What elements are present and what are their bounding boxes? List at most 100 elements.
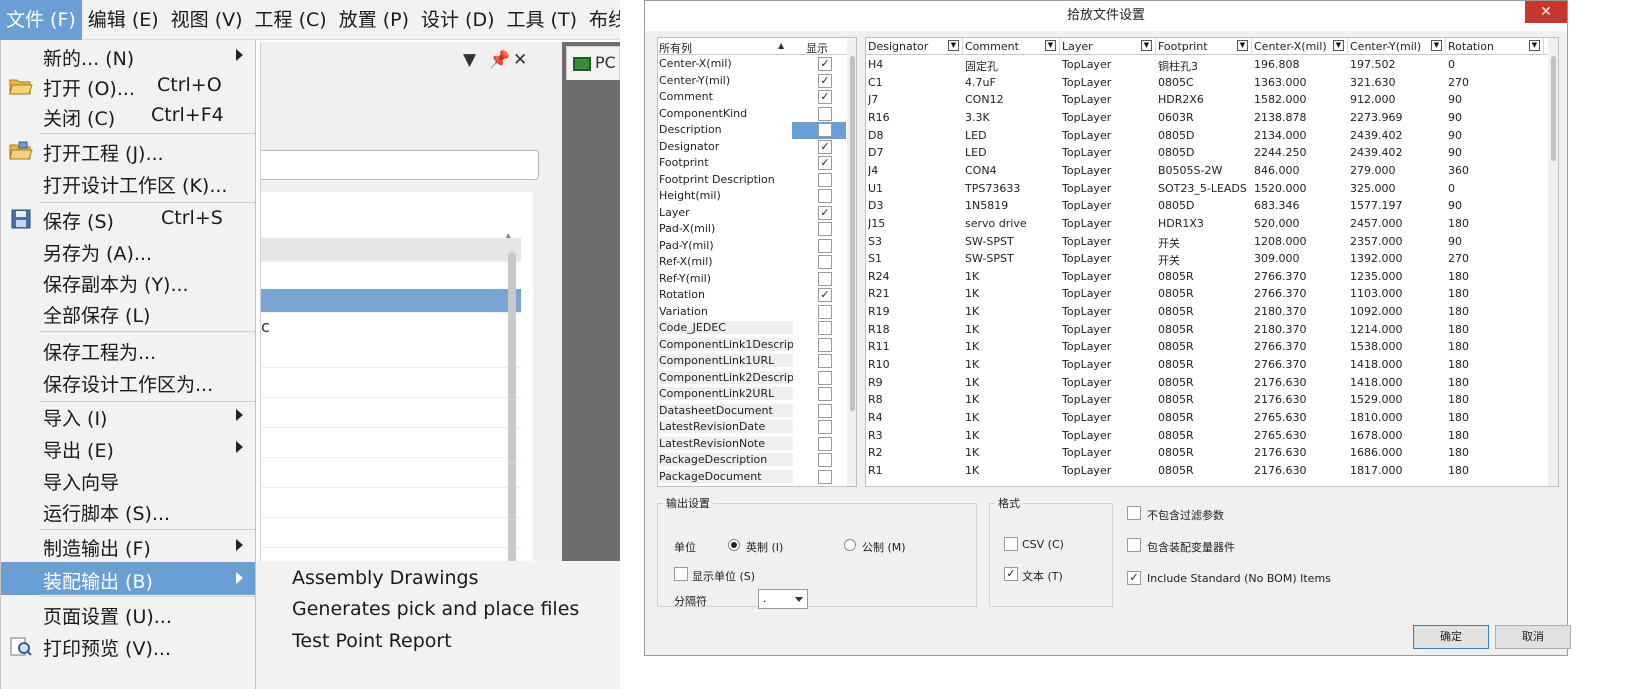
table-row[interactable]: R4 1K TopLayer 0805R 2765.630 1810.000 180 bbox=[866, 410, 1546, 428]
column-row[interactable]: PackageDocument bbox=[658, 469, 846, 486]
column-header[interactable]: Center-Y(mil) ▼ bbox=[1348, 38, 1446, 55]
menu-item-save-project-as[interactable]: 保存工程为... bbox=[1, 334, 255, 366]
submenu-item-pick-and-place[interactable]: Generates pick and place files bbox=[292, 598, 579, 620]
list-item[interactable] bbox=[261, 344, 521, 368]
show-column-checkbox[interactable]: ✓ bbox=[818, 288, 832, 302]
menu-project[interactable]: 工程 (C) bbox=[249, 0, 333, 40]
column-row[interactable]: Footprint ✓ bbox=[658, 155, 846, 172]
menu-item-open-workspace[interactable]: 打开设计工作区 (K)... bbox=[1, 167, 255, 199]
table-row[interactable]: R1 1K TopLayer 0805R 2176.630 1817.000 180 bbox=[866, 463, 1546, 481]
exclude-filter-label[interactable]: 不包含过滤参数 bbox=[1147, 507, 1224, 523]
columns-scrollbar[interactable] bbox=[847, 38, 856, 486]
column-row[interactable]: ComponentLink1Descriptio bbox=[658, 337, 846, 354]
text-checkbox[interactable]: ✓ bbox=[1004, 567, 1018, 581]
table-row[interactable]: S3 SW-SPST TopLayer 开关 1208.000 2357.000 90 bbox=[866, 234, 1546, 252]
show-column-checkbox[interactable] bbox=[818, 321, 832, 335]
column-header[interactable]: Layer ▼ bbox=[1060, 38, 1156, 55]
column-row[interactable]: Footprint Description bbox=[658, 172, 846, 189]
table-row[interactable]: R21 1K TopLayer 0805R 2766.370 1103.000 180 bbox=[866, 286, 1546, 304]
menu-item-export[interactable]: 导出 (E) bbox=[1, 432, 255, 464]
menu-route[interactable]: 布线 bbox=[583, 0, 620, 40]
show-column-checkbox[interactable] bbox=[818, 106, 832, 121]
column-row[interactable]: PackageDescription bbox=[658, 452, 846, 469]
table-row[interactable]: R2 1K TopLayer 0805R 2176.630 1686.000 180 bbox=[866, 445, 1546, 463]
menu-item-assembly-outputs[interactable]: 装配输出 (B) bbox=[1, 562, 255, 595]
imperial-radio[interactable] bbox=[728, 539, 740, 551]
table-row[interactable]: R24 1K TopLayer 0805R 2766.370 1235.000 180 bbox=[866, 269, 1546, 287]
show-column-checkbox[interactable] bbox=[818, 172, 832, 187]
menu-item-import-wizard[interactable]: 导入向导 bbox=[1, 464, 255, 496]
menu-item-run-script[interactable]: 运行脚本 (S)... bbox=[1, 495, 255, 527]
column-row[interactable]: Rotation ✓ bbox=[658, 287, 846, 304]
column-header[interactable]: Center-X(mil) ▼ bbox=[1252, 38, 1348, 55]
menu-item-save-copy-as[interactable]: 保存副本为 (Y)... bbox=[1, 266, 255, 298]
submenu-item-test-point-report[interactable]: Test Point Report bbox=[292, 630, 452, 652]
ok-button[interactable]: 确定 bbox=[1413, 625, 1489, 649]
column-row[interactable]: Description bbox=[658, 122, 846, 139]
column-row[interactable]: Pad-Y(mil) bbox=[658, 238, 846, 255]
column-row[interactable]: Code_JEDEC bbox=[658, 320, 846, 337]
list-item[interactable] bbox=[261, 374, 521, 398]
close-icon[interactable]: ✕ bbox=[1525, 1, 1567, 23]
table-row[interactable]: H4 固定孔 TopLayer 铜柱孔3 196.808 197.502 0 bbox=[866, 57, 1546, 75]
exclude-filter-checkbox[interactable] bbox=[1127, 506, 1141, 520]
table-row[interactable]: R16 3.3K TopLayer 0603R 2138.878 2273.969 90 bbox=[866, 110, 1546, 128]
csv-checkbox[interactable] bbox=[1004, 537, 1018, 551]
table-row[interactable]: R3 1K TopLayer 0805R 2765.630 1678.000 180 bbox=[866, 428, 1546, 446]
column-header[interactable]: Designator ▼ bbox=[866, 38, 963, 55]
list-item[interactable] bbox=[261, 464, 521, 488]
csv-label[interactable]: CSV (C) bbox=[1022, 538, 1064, 551]
menu-view[interactable]: 视图 (V) bbox=[165, 0, 249, 40]
column-row[interactable]: Layer ✓ bbox=[658, 205, 846, 222]
table-row[interactable]: J4 CON4 TopLayer B0505S-2W 846.000 279.000 360 bbox=[866, 163, 1546, 181]
column-row[interactable]: Variation bbox=[658, 304, 846, 321]
show-column-checkbox[interactable] bbox=[818, 469, 832, 484]
imperial-label[interactable]: 英制 (I) bbox=[746, 539, 783, 555]
menu-file[interactable]: 文件 (F) bbox=[0, 0, 82, 40]
menu-edit[interactable]: 编辑 (E) bbox=[82, 0, 165, 40]
show-column-checkbox[interactable] bbox=[818, 370, 832, 385]
show-units-label[interactable]: 显示单位 (S) bbox=[692, 568, 755, 584]
include-variants-label[interactable]: 包含装配变量器件 bbox=[1147, 539, 1235, 555]
menu-item-new[interactable]: 新的... (N) bbox=[1, 40, 255, 72]
show-column-checkbox[interactable] bbox=[818, 271, 832, 286]
column-row[interactable]: ComponentLink2URL bbox=[658, 386, 846, 403]
menu-place[interactable]: 放置 (P) bbox=[333, 0, 415, 40]
table-row[interactable]: R10 1K TopLayer 0805R 2766.370 1418.000 180 bbox=[866, 357, 1546, 375]
column-header[interactable]: Rotation ▼ bbox=[1446, 38, 1544, 55]
table-row[interactable]: J15 servo drive TopLayer HDR1X3 520.000 2457.… bbox=[866, 216, 1546, 234]
close-panel-icon[interactable]: ✕ bbox=[513, 50, 527, 70]
column-header[interactable]: Comment ▼ bbox=[963, 38, 1060, 55]
pin-icon[interactable]: 📌 bbox=[489, 50, 510, 70]
show-column-checkbox[interactable]: ✓ bbox=[818, 156, 832, 170]
table-row[interactable]: R9 1K TopLayer 0805R 2176.630 1418.000 180 bbox=[866, 375, 1546, 393]
table-row[interactable]: J7 CON12 TopLayer HDR2X6 1582.000 912.000 90 bbox=[866, 92, 1546, 110]
column-row[interactable]: DatasheetDocument bbox=[658, 403, 846, 420]
menu-item-fabrication-outputs[interactable]: 制造输出 (F) bbox=[1, 530, 255, 562]
show-column-checkbox[interactable] bbox=[818, 238, 832, 253]
list-item[interactable] bbox=[261, 524, 521, 548]
table-row[interactable]: D8 LED TopLayer 0805D 2134.000 2439.402 90 bbox=[866, 128, 1546, 146]
show-column-checkbox[interactable]: ✓ bbox=[818, 139, 832, 154]
show-column-checkbox[interactable] bbox=[818, 123, 832, 137]
include-standard-checkbox[interactable]: ✓ bbox=[1127, 571, 1141, 585]
list-item[interactable] bbox=[261, 494, 521, 518]
list-item-selected[interactable] bbox=[261, 289, 521, 313]
table-row[interactable]: R8 1K TopLayer 0805R 2176.630 1529.000 180 bbox=[866, 392, 1546, 410]
list-item[interactable] bbox=[261, 434, 521, 458]
menu-item-print-preview[interactable]: 打印预览 (V)... bbox=[1, 630, 255, 662]
column-row[interactable]: Designator ✓ bbox=[658, 139, 846, 156]
table-row[interactable]: D3 1N5819 TopLayer 0805D 683.346 1577.197 90 bbox=[866, 198, 1546, 216]
column-header[interactable]: Footprint ▼ bbox=[1156, 38, 1252, 55]
filter-icon[interactable]: ▼ bbox=[1333, 40, 1344, 51]
column-row[interactable]: Pad-X(mil) bbox=[658, 221, 846, 238]
grid-scrollbar[interactable] bbox=[1548, 38, 1558, 486]
menu-item-save-as[interactable]: 另存为 (A)... bbox=[1, 235, 255, 267]
column-row[interactable]: Ref-Y(mil) bbox=[658, 271, 846, 288]
show-column-checkbox[interactable] bbox=[818, 420, 832, 434]
show-column-checkbox[interactable]: ✓ bbox=[818, 57, 832, 71]
show-column-checkbox[interactable] bbox=[818, 189, 832, 203]
filter-icon[interactable]: ▼ bbox=[1237, 40, 1248, 51]
separator-select[interactable]: . bbox=[758, 589, 808, 609]
show-column-checkbox[interactable] bbox=[818, 403, 832, 418]
